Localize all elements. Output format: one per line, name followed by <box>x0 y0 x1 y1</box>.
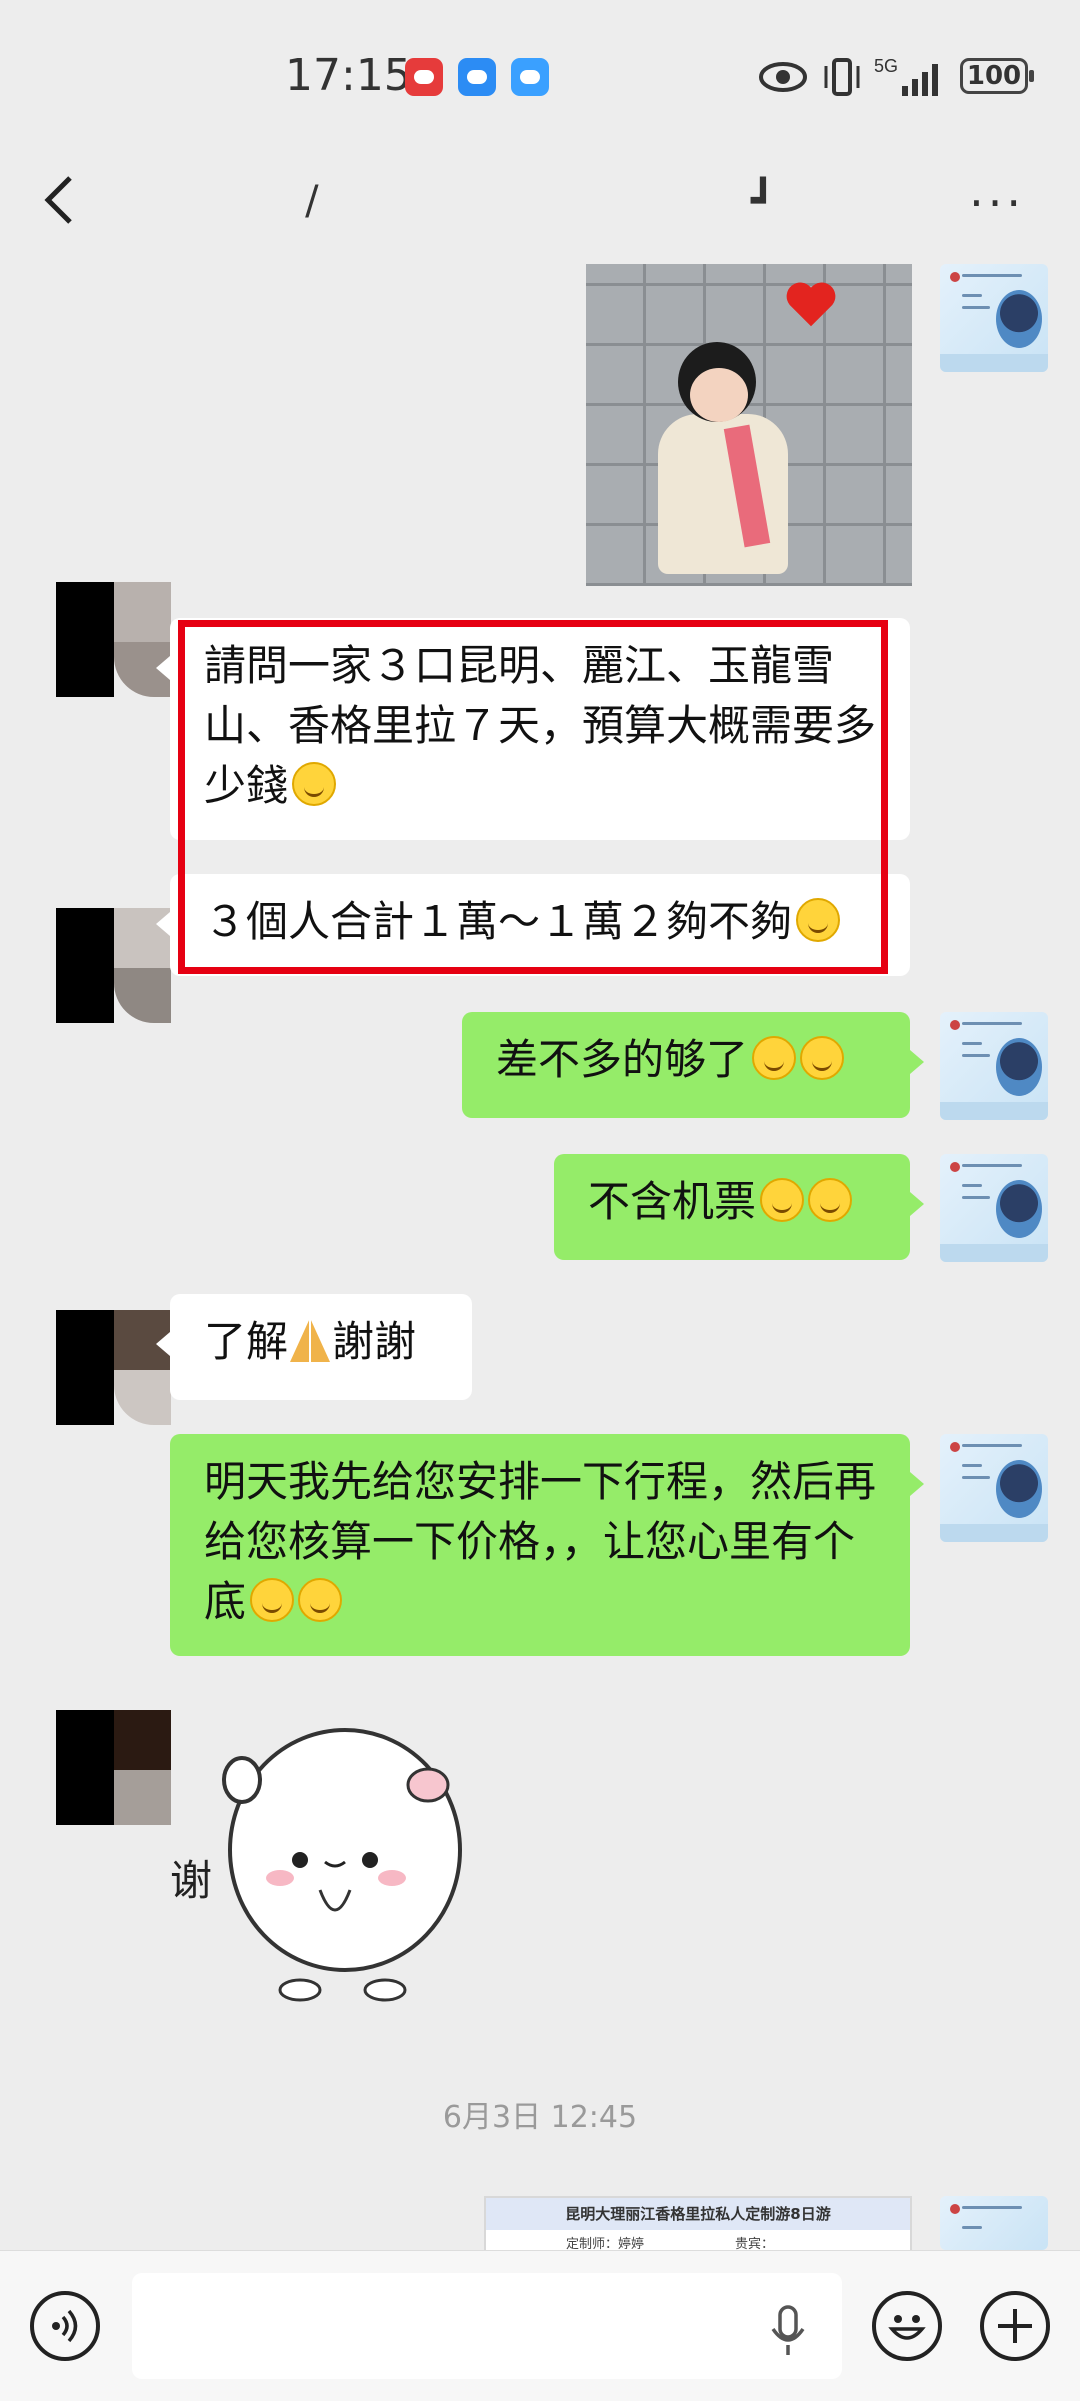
grin-emoji-icon <box>808 1178 853 1222</box>
grin-emoji-icon <box>760 1178 805 1222</box>
contact-avatar[interactable] <box>56 1310 171 1425</box>
message-text-end: 謝謝 <box>332 1317 417 1366</box>
plus-icon <box>998 2309 1032 2343</box>
voice-button[interactable] <box>30 2291 100 2361</box>
message-bubble[interactable]: 明天我先给您安排一下行程，然后再给您核算一下价格，，让您心里有个底 <box>170 1434 924 1656</box>
composer-bar <box>0 2250 1080 2401</box>
smile-emoji-icon <box>800 1036 845 1080</box>
message-text: 差不多的够了 <box>496 1035 749 1084</box>
contact-avatar[interactable] <box>56 582 171 697</box>
more-functions-button[interactable] <box>980 2291 1050 2361</box>
clock: 17:15 <box>285 50 412 101</box>
my-avatar[interactable] <box>940 2196 1048 2250</box>
card-title: 昆明大理丽江香格里拉私人定制游8日游 <box>486 2198 910 2230</box>
pray-emoji-icon <box>290 1318 331 1362</box>
my-avatar[interactable] <box>940 1012 1048 1120</box>
messages-icon <box>458 58 496 96</box>
contact-avatar[interactable] <box>56 1710 171 1825</box>
heart-icon <box>786 282 836 327</box>
smile-emoji-icon <box>250 1578 295 1622</box>
image-message[interactable] <box>586 264 912 586</box>
my-avatar[interactable] <box>940 1154 1048 1262</box>
status-bar: 17:15 5G 100 <box>0 0 1080 150</box>
message-text: 不含机票 <box>588 1177 757 1226</box>
battery-icon: 100 <box>960 58 1034 94</box>
message-timestamp: 6月3日 12:45 <box>442 2100 638 2135</box>
smile-emoji-icon <box>298 1578 343 1622</box>
highlight-box <box>178 620 888 974</box>
signal-icon: 5G <box>874 56 938 96</box>
emoji-button[interactable] <box>872 2291 942 2361</box>
message-bubble[interactable]: 不含机票 <box>554 1154 924 1260</box>
smile-emoji-icon <box>752 1036 797 1080</box>
sticker-label: 谢 <box>170 1856 212 1905</box>
more-options-button[interactable]: ··· <box>969 180 1025 226</box>
eye-icon <box>759 62 807 92</box>
message-bubble[interactable]: 差不多的够了 <box>462 1012 924 1118</box>
my-avatar[interactable] <box>940 264 1048 372</box>
message-text-start: 了解 <box>204 1317 289 1366</box>
back-button[interactable] <box>40 170 80 230</box>
chat-header: / ┛ ··· <box>0 150 1080 265</box>
contact-avatar[interactable] <box>56 908 171 1023</box>
weather-icon <box>511 58 549 96</box>
vibrate-icon <box>824 58 860 96</box>
voice-icon <box>52 2309 78 2343</box>
message-input[interactable] <box>132 2273 842 2379</box>
my-avatar[interactable] <box>940 1434 1048 1542</box>
emoji-icon <box>888 2315 926 2340</box>
chat-title: / ┛ <box>305 178 775 224</box>
sticker-message[interactable]: 谢 <box>170 1700 490 2010</box>
network-label: 5G <box>874 56 898 76</box>
mic-icon[interactable] <box>770 2303 806 2359</box>
message-bubble[interactable]: 了解 謝謝 <box>156 1294 472 1400</box>
huawei-app-icon <box>405 58 443 96</box>
